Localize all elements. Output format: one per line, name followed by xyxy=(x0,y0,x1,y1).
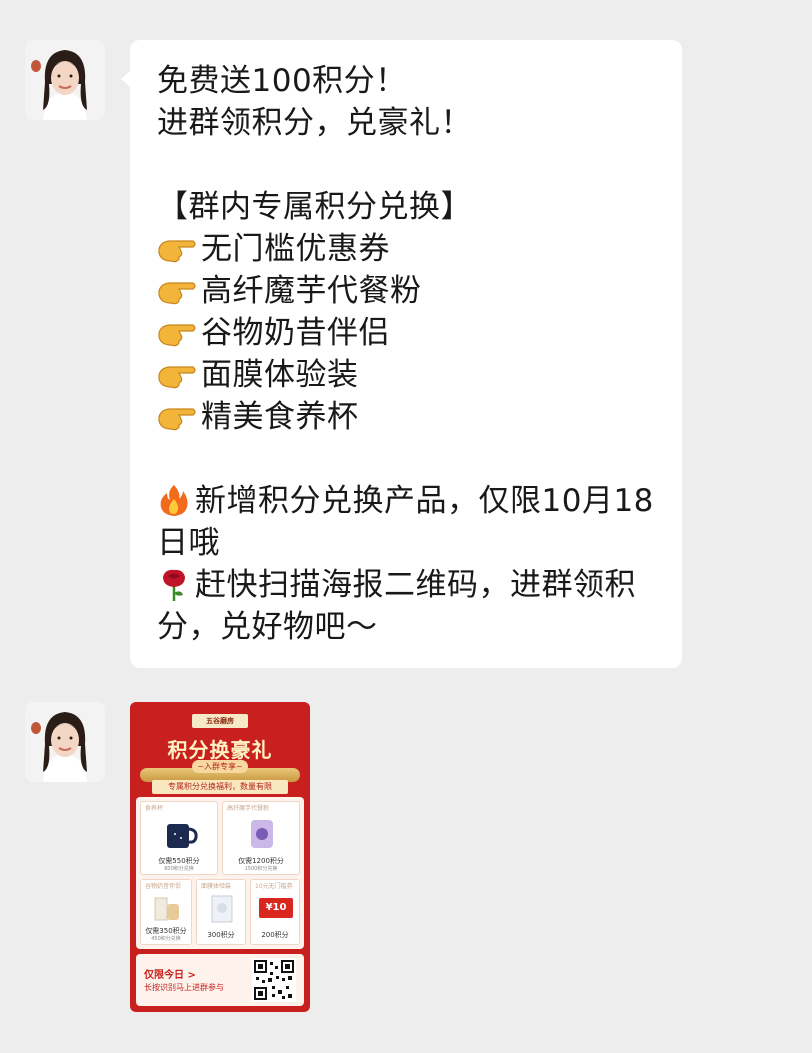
message-text: 免费送100积分！ 进群领积分，兑豪礼！ 【群内专属积分兑换】 无门槛优惠券 高… xyxy=(157,60,658,648)
message-line: 无门槛优惠券 xyxy=(157,228,658,270)
reward-panel: 食养杯 仅需550积分 800积分兑换 高纤魔芋代餐粉 仅需1200积分 150… xyxy=(136,797,304,949)
qr-code-icon[interactable] xyxy=(252,958,296,1002)
avatar-photo xyxy=(25,40,105,120)
pointing-hand-icon xyxy=(158,366,196,389)
message-line: 进群领积分，兑豪礼！ xyxy=(157,105,472,141)
message-line: 新增积分兑换产品，仅限10月18日哦 xyxy=(157,480,658,564)
box-icon xyxy=(154,897,179,921)
pointing-hand-icon xyxy=(158,240,196,263)
message-line: 赶快扫描海报二维码，进群领积分，兑好物吧～ xyxy=(157,564,658,648)
reward-item: 高纤魔芋代餐粉 xyxy=(201,273,422,309)
sender-avatar[interactable] xyxy=(25,40,105,120)
reward-item: 面膜体验装 xyxy=(201,357,359,393)
jar-icon xyxy=(251,820,273,848)
message-line: 高纤魔芋代餐粉 xyxy=(157,270,658,312)
reward-card-meal-powder: 高纤魔芋代餐粉 仅需1200积分 1500积分兑换 xyxy=(222,801,300,875)
message-line: 精美食养杯 xyxy=(157,396,658,438)
cup-icon xyxy=(167,824,198,848)
footer-title: 仅限今日 > xyxy=(144,970,196,981)
reward-price: 300积分 xyxy=(207,931,235,939)
message-bubble-text[interactable]: 免费送100积分！ 进群领积分，兑豪礼！ 【群内专属积分兑换】 无门槛优惠券 高… xyxy=(121,40,682,668)
poster-brand-logo: 五谷磨房 xyxy=(192,714,248,728)
reward-tag: 食养杯 xyxy=(145,805,164,812)
coupon-icon: ¥10 xyxy=(259,898,293,918)
poster-subtitle: ~入群专享~ xyxy=(192,760,248,773)
reward-price: 200积分 xyxy=(261,931,289,939)
footer-instruction: 长按识别马上进群参与 xyxy=(144,983,224,992)
reward-note: 1500积分兑换 xyxy=(244,866,278,872)
reward-item: 谷物奶昔伴侣 xyxy=(201,315,390,351)
poster-footer: 仅限今日 > 长按识别马上进群参与 xyxy=(136,954,304,1006)
reward-item: 精美食养杯 xyxy=(201,399,359,435)
reward-card-cup: 食养杯 仅需550积分 800积分兑换 xyxy=(140,801,218,875)
reward-note: 450积分兑换 xyxy=(151,936,181,942)
reward-note: 800积分兑换 xyxy=(164,866,194,872)
reward-card-coupon: 10元无门槛券 ¥10 200积分 xyxy=(250,879,300,945)
reward-tag: 10元无门槛券 xyxy=(255,883,293,890)
sender-avatar[interactable] xyxy=(25,702,105,782)
mask-pack-icon xyxy=(211,895,233,923)
reward-tag: 高纤魔芋代餐粉 xyxy=(227,805,270,812)
reward-card-mask: 面膜体验装 300积分 xyxy=(196,879,246,945)
message-line-blank xyxy=(157,144,658,186)
poster-title: 积分换豪礼 xyxy=(167,738,273,762)
reward-tag: 面膜体验装 xyxy=(201,883,232,890)
poster-image-message[interactable]: 五谷磨房 积分换豪礼 ~入群专享~ 专属积分兑换福利，数量有限 食养杯 仅需55… xyxy=(130,702,310,1012)
notice-text: 赶快扫描海报二维码，进群领积分，兑好物吧～ xyxy=(157,567,636,645)
reward-item: 无门槛优惠券 xyxy=(201,231,390,267)
pointing-hand-icon xyxy=(158,282,196,305)
reward-card-shake: 谷物奶昔伴侣 仅需350积分 450积分兑换 xyxy=(140,879,192,945)
poster-banner: 专属积分兑换福利，数量有限 xyxy=(152,780,288,794)
message-line: 面膜体验装 xyxy=(157,354,658,396)
reward-tag: 谷物奶昔伴侣 xyxy=(145,883,182,890)
message-line: 【群内专属积分兑换】 xyxy=(157,189,472,225)
message-line: 免费送100积分！ xyxy=(157,63,407,99)
pointing-hand-icon xyxy=(158,324,196,347)
avatar-photo xyxy=(25,702,105,782)
notice-text: 新增积分兑换产品，仅限10月18日哦 xyxy=(157,483,654,561)
message-line-blank xyxy=(157,438,658,480)
message-line: 谷物奶昔伴侣 xyxy=(157,312,658,354)
fire-icon xyxy=(160,485,188,516)
rose-icon xyxy=(163,569,185,601)
pointing-hand-icon xyxy=(158,408,196,431)
